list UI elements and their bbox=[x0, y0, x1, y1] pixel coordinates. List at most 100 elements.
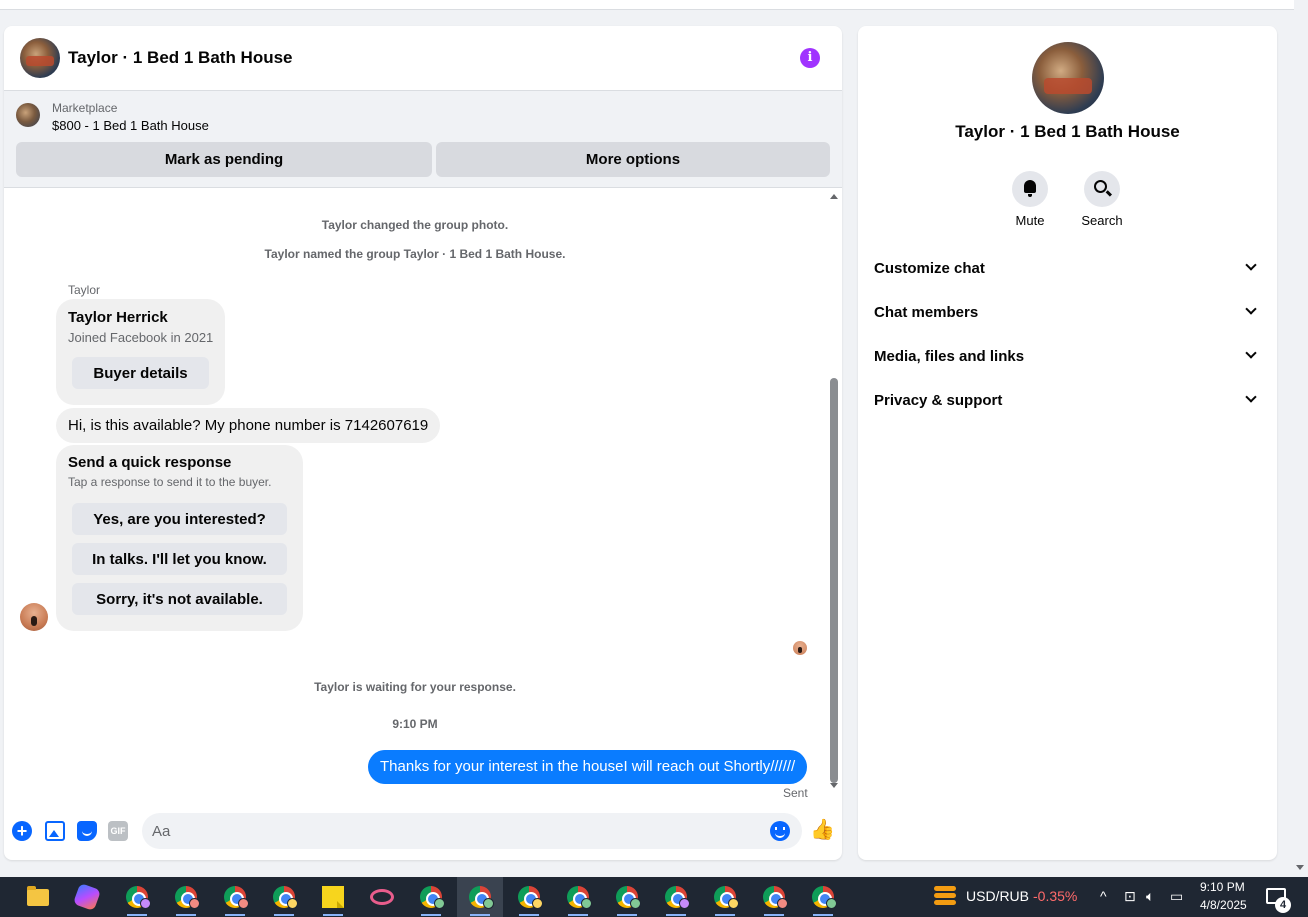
read-receipt-avatar bbox=[793, 641, 807, 655]
taskbar: USD/RUB -0.35% ^ ⊡ 🔈︎ ▭ 9:10 PM 4/8/2025… bbox=[0, 877, 1308, 917]
ticker-change: -0.35% bbox=[1033, 888, 1078, 904]
sender-avatar[interactable] bbox=[20, 603, 48, 631]
scroll-down-arrow-icon[interactable] bbox=[830, 783, 838, 788]
message-timestamp: 9:10 PM bbox=[392, 717, 438, 731]
volume-icon[interactable]: 🔈︎ bbox=[1146, 888, 1154, 905]
page-scroll-down-icon[interactable] bbox=[1296, 865, 1304, 870]
notification-count-badge: 4 bbox=[1275, 897, 1291, 913]
sticker-icon[interactable] bbox=[77, 821, 97, 841]
clock-date[interactable]: 4/8/2025 bbox=[1200, 898, 1247, 912]
scroll-thumb[interactable] bbox=[830, 378, 838, 783]
system-message: Taylor named the group Taylor · 1 Bed 1 … bbox=[264, 247, 566, 261]
quick-response-subtitle: Tap a response to send it to the buyer. bbox=[68, 475, 272, 489]
message-scrollbar[interactable] bbox=[828, 188, 840, 802]
section-privacy-support[interactable]: Privacy & support bbox=[866, 378, 1269, 422]
clock-time[interactable]: 9:10 PM bbox=[1200, 880, 1245, 894]
ticker-label[interactable]: USD/RUB bbox=[966, 888, 1029, 904]
mute-label: Mute bbox=[1015, 213, 1045, 228]
profile-badge-icon bbox=[777, 898, 788, 909]
snipping-tool-taskbar-item[interactable] bbox=[359, 877, 405, 917]
profile-badge-icon bbox=[189, 898, 200, 909]
folder-icon bbox=[27, 885, 49, 906]
marketplace-bar: Marketplace $800 - 1 Bed 1 Bath House Ma… bbox=[4, 91, 842, 188]
sticky-notes-taskbar-item[interactable] bbox=[310, 877, 356, 917]
chrome-taskbar-item[interactable] bbox=[653, 877, 699, 917]
chrome-taskbar-item-active[interactable] bbox=[457, 877, 503, 917]
quick-response-option[interactable]: Sorry, it's not available. bbox=[72, 583, 287, 615]
message-composer: + GIF 👍 bbox=[4, 809, 842, 853]
quick-response-option[interactable]: Yes, are you interested? bbox=[72, 503, 287, 535]
section-label: Media, files and links bbox=[874, 347, 1025, 365]
mark-as-pending-button[interactable]: Mark as pending bbox=[16, 142, 432, 177]
chevron-up-icon[interactable]: ^ bbox=[1100, 888, 1107, 904]
info-icon[interactable]: i bbox=[800, 48, 820, 68]
chevron-down-icon bbox=[1245, 347, 1257, 359]
profile-badge-icon bbox=[434, 898, 445, 909]
copilot-taskbar-item[interactable] bbox=[64, 877, 110, 917]
message-list: Taylor changed the group photo. Taylor n… bbox=[4, 188, 842, 802]
chrome-taskbar-item[interactable] bbox=[163, 877, 209, 917]
chrome-taskbar-item[interactable] bbox=[212, 877, 258, 917]
buyer-name: Taylor Herrick bbox=[68, 309, 168, 326]
chrome-taskbar-item[interactable] bbox=[800, 877, 846, 917]
quick-response-option[interactable]: In talks. I'll let you know. bbox=[72, 543, 287, 575]
search-label: Search bbox=[1081, 213, 1123, 228]
chrome-taskbar-item[interactable] bbox=[751, 877, 797, 917]
system-message: Taylor changed the group photo. bbox=[321, 218, 509, 232]
group-avatar[interactable] bbox=[20, 38, 60, 78]
plus-icon[interactable]: + bbox=[12, 821, 32, 841]
section-media-files-links[interactable]: Media, files and links bbox=[866, 334, 1269, 378]
file-explorer-taskbar-item[interactable] bbox=[15, 877, 61, 917]
quick-response-card: Send a quick response Tap a response to … bbox=[56, 445, 303, 631]
listing-thumbnail[interactable] bbox=[16, 103, 40, 127]
sent-status: Sent bbox=[783, 786, 808, 800]
incoming-message[interactable]: Hi, is this available? My phone number i… bbox=[56, 408, 441, 443]
meet-now-icon[interactable]: ⊡ bbox=[1124, 888, 1136, 905]
section-label: Customize chat bbox=[874, 259, 985, 277]
buyer-profile-card: Taylor Herrick Joined Facebook in 2021 B… bbox=[56, 299, 225, 405]
chevron-down-icon bbox=[1245, 391, 1257, 403]
search-action[interactable]: Search bbox=[1072, 171, 1132, 228]
marketplace-label: Marketplace bbox=[52, 101, 118, 115]
gif-icon[interactable]: GIF bbox=[108, 821, 128, 841]
profile-badge-icon bbox=[679, 898, 690, 909]
profile-badge-icon bbox=[532, 898, 543, 909]
chrome-taskbar-item[interactable] bbox=[261, 877, 307, 917]
section-chat-members[interactable]: Chat members bbox=[866, 290, 1269, 334]
profile-badge-icon bbox=[238, 898, 249, 909]
chrome-taskbar-item[interactable] bbox=[702, 877, 748, 917]
emoji-icon[interactable] bbox=[770, 821, 790, 841]
browser-top-strip bbox=[0, 0, 1294, 10]
network-icon[interactable]: ▭ bbox=[1170, 888, 1183, 905]
message-input[interactable] bbox=[142, 813, 802, 849]
photo-icon[interactable] bbox=[45, 821, 65, 841]
listing-title[interactable]: $800 - 1 Bed 1 Bath House bbox=[52, 118, 209, 133]
chat-panel: Taylor · 1 Bed 1 Bath House i Marketplac… bbox=[4, 26, 842, 860]
chrome-taskbar-item[interactable] bbox=[506, 877, 552, 917]
mute-action[interactable]: Mute bbox=[1000, 171, 1060, 228]
section-customize-chat[interactable]: Customize chat bbox=[866, 246, 1269, 290]
search-button[interactable] bbox=[1084, 171, 1120, 207]
group-avatar-large[interactable] bbox=[1032, 42, 1104, 114]
buyer-details-button[interactable]: Buyer details bbox=[72, 357, 209, 389]
stock-widget-icon[interactable] bbox=[934, 886, 956, 908]
section-label: Chat members bbox=[874, 303, 979, 321]
chevron-down-icon bbox=[1245, 259, 1257, 271]
outgoing-message[interactable]: Thanks for your interest in the houseI w… bbox=[368, 750, 808, 784]
search-icon bbox=[1094, 180, 1107, 193]
copilot-icon bbox=[72, 882, 102, 912]
bell-icon bbox=[1024, 180, 1036, 197]
chrome-taskbar-item[interactable] bbox=[114, 877, 160, 917]
chat-title[interactable]: Taylor · 1 Bed 1 Bath House bbox=[68, 48, 293, 68]
scroll-up-arrow-icon[interactable] bbox=[830, 194, 838, 199]
profile-badge-icon bbox=[630, 898, 641, 909]
profile-badge-icon bbox=[728, 898, 739, 909]
profile-badge-icon bbox=[483, 898, 494, 909]
waiting-notice: Taylor is waiting for your response. bbox=[314, 680, 516, 694]
chrome-taskbar-item[interactable] bbox=[604, 877, 650, 917]
chrome-taskbar-item[interactable] bbox=[408, 877, 454, 917]
more-options-button[interactable]: More options bbox=[436, 142, 830, 177]
chrome-taskbar-item[interactable] bbox=[555, 877, 601, 917]
mute-button[interactable] bbox=[1012, 171, 1048, 207]
thumbs-up-icon[interactable]: 👍 bbox=[810, 819, 835, 841]
